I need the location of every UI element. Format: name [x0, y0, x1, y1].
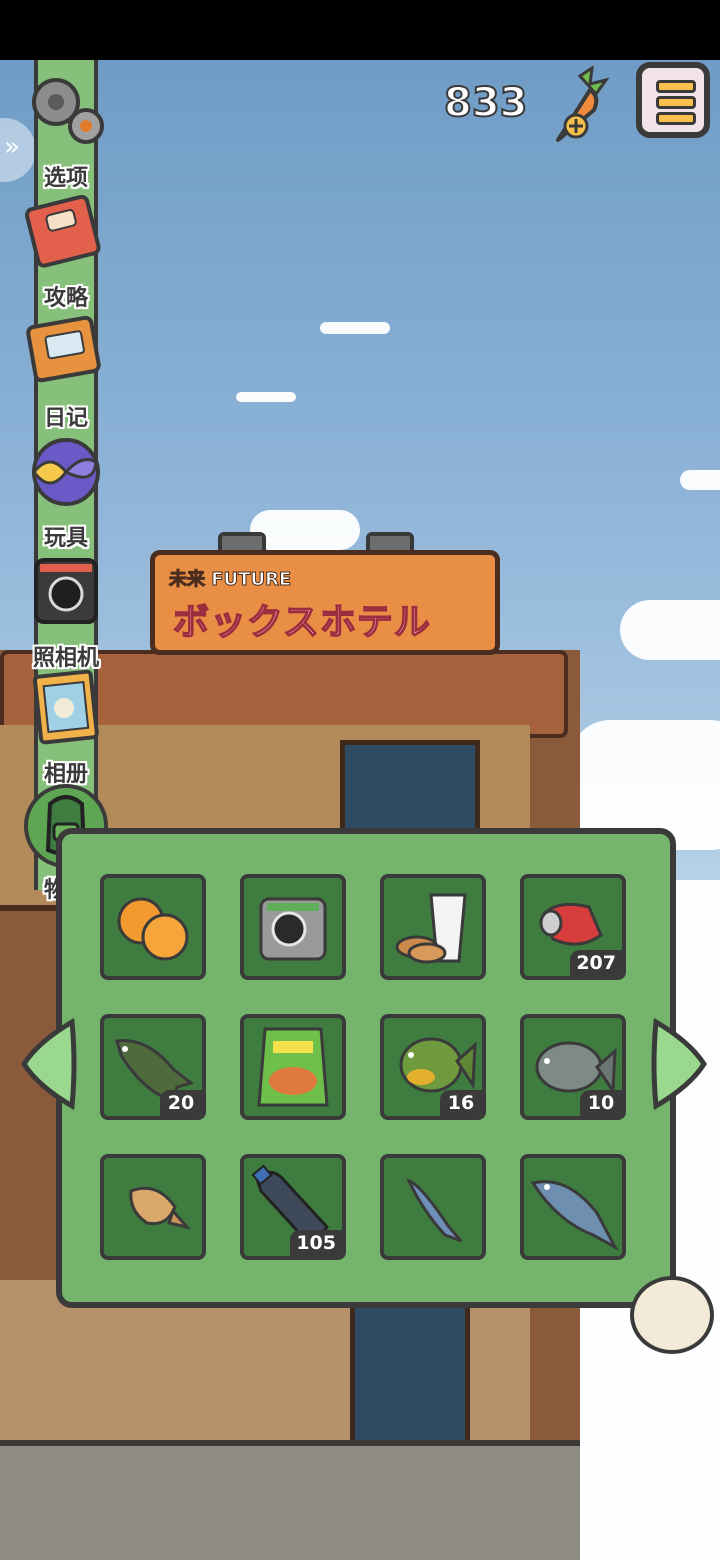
next-page-button[interactable]: [650, 1016, 710, 1112]
menu-list-icon: [656, 80, 696, 93]
inventory-slot[interactable]: 20: [100, 1014, 206, 1120]
hotel-sign: 未来 FUTURE ボックスホテル: [150, 550, 500, 655]
item-count: 105: [290, 1230, 342, 1256]
milk-and-cookies-icon: [395, 893, 467, 964]
double-chevron-right-icon: »: [4, 132, 20, 162]
inventory-slot[interactable]: [100, 1154, 206, 1260]
flatfish-icon: [129, 1186, 192, 1230]
previous-page-button[interactable]: [18, 1016, 78, 1112]
side-item-camera[interactable]: 照相机: [20, 552, 112, 671]
carrot-counter: 833: [443, 79, 528, 127]
game-screen: 未来 FUTURE ボックスホテル 833 » 选项 攻略 日记 玩具 照相机 …: [0, 0, 720, 1560]
side-item-options[interactable]: 选项: [20, 72, 112, 191]
inventory-panel: 207 20 16 10 105: [56, 828, 676, 1308]
item-count: 207: [570, 950, 622, 976]
item-count: 10: [580, 1090, 622, 1116]
carrot-plus-icon[interactable]: [540, 64, 610, 146]
side-item-label: 攻略: [43, 286, 88, 311]
menu-list-icon: [656, 112, 696, 125]
room-bubble[interactable]: [630, 1276, 714, 1354]
inventory-slot[interactable]: [240, 874, 346, 980]
side-item-label: 玩具: [43, 526, 88, 551]
inventory-slot[interactable]: [520, 1154, 626, 1260]
cloud: [250, 510, 360, 550]
side-item-album[interactable]: 相册: [20, 668, 112, 787]
side-item-toys[interactable]: 玩具: [20, 432, 112, 551]
snack-bag-icon: [257, 1027, 329, 1107]
diary-icon: [26, 315, 101, 383]
lower-door: [350, 1300, 470, 1460]
inventory-slot[interactable]: 207: [520, 874, 626, 980]
side-item-guide[interactable]: 攻略: [20, 192, 112, 311]
inventory-slot[interactable]: 105: [240, 1154, 346, 1260]
cloud: [236, 392, 296, 402]
inventory-slot[interactable]: 10: [520, 1014, 626, 1120]
oranges-icon: [117, 897, 189, 961]
toy-icon: [32, 438, 100, 506]
item-count: 16: [440, 1090, 482, 1116]
sign-subtitle: 未来 FUTURE: [168, 569, 292, 591]
menu-button[interactable]: [636, 62, 710, 138]
sardine-icon: [406, 1178, 463, 1243]
side-item-label: 日记: [43, 406, 88, 431]
side-item-diary[interactable]: 日记: [20, 312, 112, 431]
sign-title: ボックスホテル: [172, 601, 431, 644]
side-item-label: 选项: [43, 166, 88, 191]
inventory-slot[interactable]: [100, 874, 206, 980]
inventory-slot[interactable]: 16: [380, 1014, 486, 1120]
cloud: [620, 600, 720, 660]
inventory-slot[interactable]: [380, 874, 486, 980]
instant-camera-icon: [259, 897, 327, 961]
basement: [0, 1440, 580, 1560]
cloud: [680, 470, 720, 490]
item-count: 20: [160, 1090, 202, 1116]
inventory-slot[interactable]: [380, 1154, 486, 1260]
photo-album-icon: [32, 669, 99, 745]
menu-list-icon: [656, 96, 696, 109]
guide-book-icon: [24, 194, 101, 268]
camera-icon: [34, 558, 98, 624]
inventory-slot[interactable]: [240, 1014, 346, 1120]
salmon-icon: [530, 1180, 619, 1251]
gear-icon: [32, 78, 104, 144]
cloud: [320, 322, 390, 334]
